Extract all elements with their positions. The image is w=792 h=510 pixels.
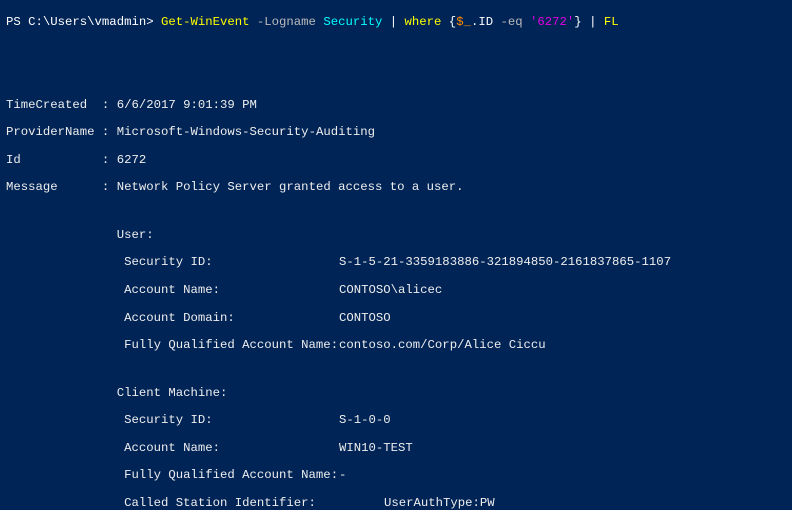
label: Account Name:: [6, 284, 339, 298]
label: Account Domain:: [6, 312, 339, 326]
value: 6/6/2017 9:01:39 PM: [117, 98, 257, 112]
row-providername: ProviderName : Microsoft-Windows-Securit…: [6, 126, 792, 140]
brace-close: }: [574, 15, 589, 29]
cmdlet: Get-WinEvent: [161, 15, 257, 29]
value: WIN10-TEST: [339, 441, 413, 455]
value: Network Policy Server granted access to …: [117, 180, 464, 194]
value: 6272: [117, 153, 147, 167]
dollar-underscore: $_: [456, 15, 471, 29]
row-user-acctname: Account Name:CONTOSO\alicec: [6, 284, 792, 298]
label: Called Station Identifier:: [6, 497, 384, 510]
label: Account Name:: [6, 442, 339, 456]
op-eq: -eq: [500, 15, 530, 29]
row-user-secid: Security ID:S-1-5-21-3359183886-32189485…: [6, 256, 792, 270]
label: Fully Qualified Account Name:: [6, 339, 339, 353]
section-user: User:: [6, 229, 792, 243]
value: CONTOSO\alicec: [339, 283, 442, 297]
value: UserAuthType:PW: [384, 496, 495, 510]
label: Security ID:: [6, 414, 339, 428]
label: Message :: [6, 180, 117, 194]
row-client-secid: Security ID:S-1-0-0: [6, 414, 792, 428]
label: ProviderName :: [6, 125, 117, 139]
param-logname: -Logname: [257, 15, 323, 29]
value: S-1-5-21-3359183886-321894850-2161837865…: [339, 255, 671, 269]
pipe2: |: [589, 15, 604, 29]
fl-cmd: FL: [604, 15, 619, 29]
arg-security: Security: [323, 15, 389, 29]
label: TimeCreated :: [6, 98, 117, 112]
row-client-called: Called Station Identifier:UserAuthType:P…: [6, 497, 792, 510]
row-id: Id : 6272: [6, 154, 792, 168]
row-timecreated: TimeCreated : 6/6/2017 9:01:39 PM: [6, 99, 792, 113]
row-client-acctname: Account Name:WIN10-TEST: [6, 442, 792, 456]
value: S-1-0-0: [339, 413, 391, 427]
value: -: [339, 468, 346, 482]
row-user-fqan: Fully Qualified Account Name:contoso.com…: [6, 339, 792, 353]
value-6272: '6272': [530, 15, 574, 29]
value: contoso.com/Corp/Alice Ciccu: [339, 338, 546, 352]
pipe: |: [390, 15, 405, 29]
value: CONTOSO: [339, 311, 391, 325]
label: Id :: [6, 153, 117, 167]
label: Security ID:: [6, 256, 339, 270]
row-message: Message : Network Policy Server granted …: [6, 181, 792, 195]
section-client: Client Machine:: [6, 387, 792, 401]
where-cmd: where: [405, 15, 449, 29]
row-user-acctdomain: Account Domain:CONTOSO: [6, 312, 792, 326]
label: Fully Qualified Account Name:: [6, 469, 339, 483]
command-line[interactable]: PS C:\Users\vmadmin> Get-WinEvent -Logna…: [6, 16, 792, 30]
prompt: PS C:\Users\vmadmin>: [6, 15, 161, 29]
terminal-output: PS C:\Users\vmadmin> Get-WinEvent -Logna…: [0, 0, 792, 510]
value: Microsoft-Windows-Security-Auditing: [117, 125, 375, 139]
dot-id: .ID: [471, 15, 501, 29]
row-client-fqan: Fully Qualified Account Name:-: [6, 469, 792, 483]
